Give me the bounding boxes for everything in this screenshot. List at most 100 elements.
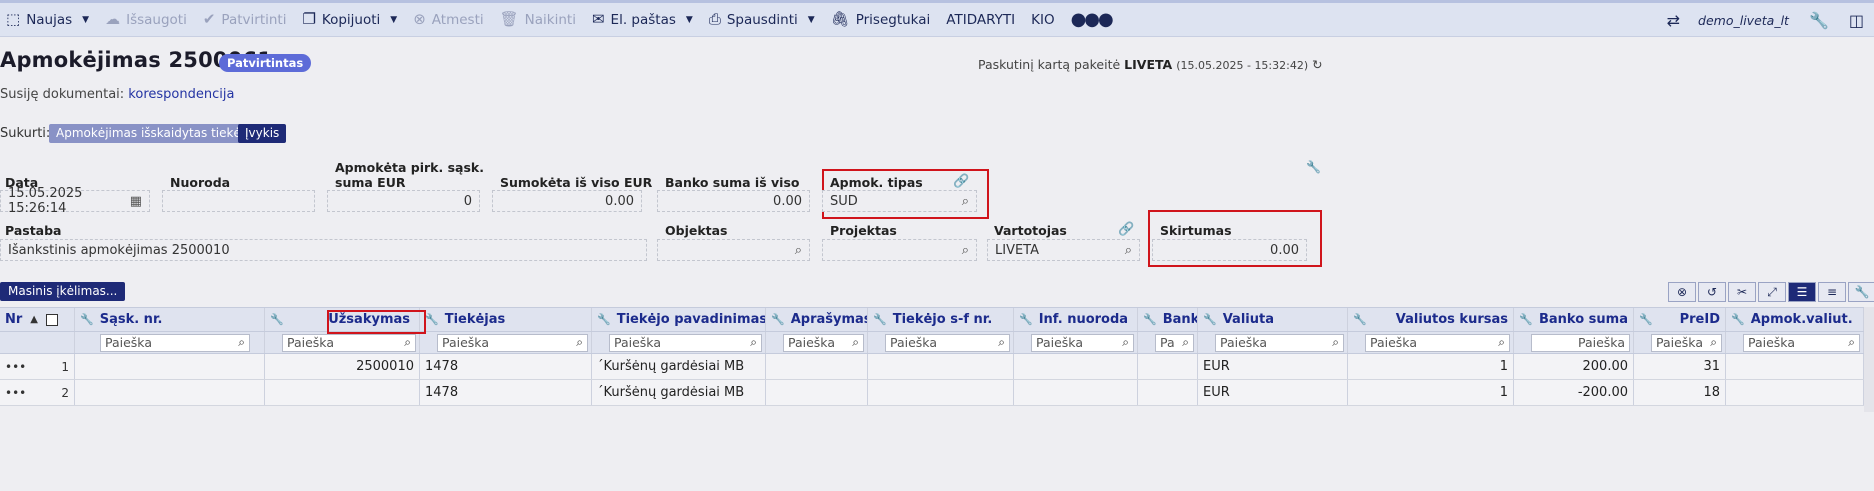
wrench-icon[interactable]: 🔧 (1353, 313, 1367, 326)
search-icon[interactable]: ⌕ (1122, 335, 1129, 350)
link-icon[interactable]: 🔗 (953, 174, 969, 189)
cell-uzsakymas[interactable] (265, 380, 420, 405)
wrench-icon[interactable]: 🔧 (270, 313, 284, 326)
cell-bank[interactable] (1138, 354, 1198, 379)
print-button[interactable]: ⎙ Spausdinti ▼ (703, 3, 825, 37)
cell-valiutos-kursas[interactable]: 1 (1348, 380, 1514, 405)
banko-suma-field[interactable]: 0.00 (657, 190, 810, 212)
search-icon[interactable]: ⌕ (1332, 335, 1339, 350)
wrench-icon[interactable]: 🔧 (771, 313, 785, 326)
search-icon[interactable]: ⌕ (576, 335, 583, 350)
row-menu-dots-icon[interactable]: ••• (5, 386, 26, 400)
wrench-icon[interactable]: 🔧 (1639, 313, 1653, 326)
row-menu-dots-icon[interactable]: ••• (5, 360, 26, 374)
create-event-button[interactable]: Įvykis (238, 124, 287, 143)
cell-valiutos-kursas[interactable]: 1 (1348, 354, 1514, 379)
search-input[interactable]: Paieška ⌕ (437, 333, 588, 352)
open-button[interactable]: ATIDARYTI (940, 3, 1025, 37)
chevron-down-icon[interactable]: ▼ (82, 15, 89, 25)
wrench-icon[interactable]: 🔧 (1143, 313, 1157, 326)
copy-button[interactable]: ❐ Kopijuoti ▼ (296, 3, 407, 37)
refresh-icon[interactable]: ↺ (1698, 282, 1726, 302)
database-name[interactable]: demo_liveta_lt (1698, 13, 1789, 28)
search-icon[interactable]: ⌕ (1710, 335, 1717, 350)
save-button[interactable]: ☁ Išsaugoti (99, 3, 197, 37)
col-preid[interactable]: 🔧 PreID (1634, 308, 1726, 331)
cell-inf-nuoroda[interactable] (1014, 380, 1138, 405)
email-button[interactable]: ✉ El. paštas ▼ (586, 3, 703, 37)
confirm-button[interactable]: ✔ Patvirtinti (197, 3, 297, 37)
more-button[interactable]: ●●● (1065, 3, 1122, 37)
search-icon[interactable]: ⌕ (962, 194, 969, 209)
wrench-icon[interactable]: 🔧 (1019, 313, 1033, 326)
cell-tiekejo-sf[interactable] (868, 354, 1014, 379)
col-aprasymas[interactable]: 🔧 Aprašymas (766, 308, 868, 331)
wrench-icon[interactable]: 🔧 (1519, 313, 1533, 326)
new-button[interactable]: ⬚ Naujas ▼ (0, 3, 99, 37)
vertical-scrollbar[interactable] (1864, 307, 1874, 412)
wrench-icon[interactable]: 🔧 (597, 313, 611, 326)
vartotojas-field[interactable]: LIVETA ⌕ (987, 239, 1140, 261)
cell-apmok-valiut[interactable] (1726, 354, 1864, 379)
sort-up-icon[interactable]: ▲ (30, 314, 38, 325)
mass-import-button[interactable]: Masinis įkėlimas... (0, 282, 126, 301)
table-row[interactable]: ••• 1 2500010 1478 ´Kuršėnų gardėsiai MB … (0, 354, 1874, 380)
col-tiekejo-sf[interactable]: 🔧 Tiekėjo s-f nr. (868, 308, 1014, 331)
select-all-checkbox[interactable] (46, 313, 58, 326)
compact-list-icon[interactable]: ≡ (1818, 282, 1846, 302)
projektas-field[interactable]: ⌕ (822, 239, 977, 261)
wrench-icon[interactable]: 🔧 (80, 313, 94, 326)
skirtumas-field[interactable]: 0.00 (1152, 239, 1307, 261)
col-nr[interactable]: Nr ▲ (0, 308, 75, 331)
col-banko-suma[interactable]: 🔧 Banko suma (1514, 308, 1634, 331)
col-apmok-valiut[interactable]: 🔧 Apmok.valiut. (1726, 308, 1864, 331)
search-icon[interactable]: ⌕ (852, 335, 859, 350)
search-icon[interactable]: ⌕ (238, 335, 245, 350)
search-input[interactable]: Paieška ⌕ (1743, 333, 1860, 352)
switch-arrows-icon[interactable]: ⇄ (1667, 11, 1680, 30)
history-icon[interactable]: ↻ (1312, 57, 1322, 72)
wrench-icon[interactable]: 🔧 (873, 313, 887, 326)
cell-valiuta[interactable]: EUR (1198, 380, 1348, 405)
list-view-icon[interactable]: ☰ (1788, 282, 1816, 302)
search-icon[interactable]: ⌕ (750, 335, 757, 350)
wrench-icon[interactable]: 🔧 (1809, 11, 1829, 30)
cancel-button[interactable]: ⊗ Atmesti (407, 3, 493, 37)
attachments-button[interactable]: 🖇 Prisegtukai (825, 3, 941, 37)
col-sask-nr[interactable]: 🔧 Sąsk. nr. (75, 308, 265, 331)
cell-tiekejas[interactable]: 1478 (420, 354, 592, 379)
cell-preid[interactable]: 31 (1634, 354, 1726, 379)
cell-tiekejas[interactable]: 1478 (420, 380, 592, 405)
cell-sask-nr[interactable] (75, 380, 265, 405)
table-row[interactable]: ••• 2 1478 ´Kuršėnų gardėsiai MB EUR 1 -2… (0, 380, 1874, 406)
search-icon[interactable]: ⌕ (1848, 335, 1855, 350)
expand-icon[interactable]: ⤢ (1758, 282, 1786, 302)
link-icon[interactable]: 🔗 (1118, 222, 1134, 237)
col-inf-nuoroda[interactable]: 🔧 Inf. nuoroda (1014, 308, 1138, 331)
nuoroda-field[interactable] (162, 190, 315, 212)
chevron-down-icon[interactable]: ▼ (686, 15, 693, 25)
search-input[interactable]: Paieška ⌕ (1651, 333, 1722, 352)
search-icon[interactable]: ⌕ (795, 243, 802, 258)
search-input[interactable]: Paieška ⌕ (1365, 333, 1510, 352)
search-input[interactable]: Paieška (1531, 333, 1630, 352)
wrench-icon[interactable]: 🔧 (1731, 313, 1745, 326)
cell-aprasymas[interactable] (766, 354, 868, 379)
sumoketa-field[interactable]: 0.00 (492, 190, 642, 212)
search-input[interactable]: Paieška ⌕ (1215, 333, 1344, 352)
col-valiuta[interactable]: 🔧 Valiuta (1198, 308, 1348, 331)
grid-settings-wrench-icon[interactable]: 🔧 (1848, 282, 1874, 302)
col-valiutos-kursas[interactable]: 🔧 Valiutos kursas (1348, 308, 1514, 331)
delete-button[interactable]: 🗑 Naikinti (494, 3, 586, 37)
cell-banko-suma[interactable]: -200.00 (1514, 380, 1634, 405)
cell-tiekejo-pavadinimas[interactable]: ´Kuršėnų gardėsiai MB (592, 380, 766, 405)
form-settings-wrench-icon[interactable]: 🔧 (1306, 160, 1321, 174)
cell-aprasymas[interactable] (766, 380, 868, 405)
cell-uzsakymas[interactable]: 2500010 (265, 354, 420, 379)
apm-pirk-field[interactable]: 0 (327, 190, 480, 212)
wrench-icon[interactable]: 🔧 (1203, 313, 1217, 326)
col-tiekejo-pavadinimas[interactable]: 🔧 Tiekėjo pavadinimas (592, 308, 766, 331)
cell-apmok-valiut[interactable] (1726, 380, 1864, 405)
search-input[interactable]: Paieška ⌕ (1031, 333, 1134, 352)
cell-valiuta[interactable]: EUR (1198, 354, 1348, 379)
